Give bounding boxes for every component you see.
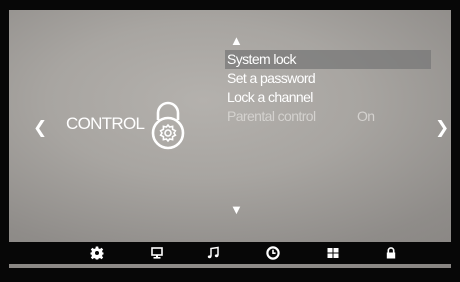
menu-item-label: System lock <box>227 51 296 67</box>
menu-item-lock-channel[interactable]: Lock a channel <box>225 88 431 107</box>
scroll-up-arrow[interactable]: ▲ <box>230 34 243 48</box>
parental-control-value: On <box>357 108 375 124</box>
menu-item-label: Lock a channel <box>227 89 313 105</box>
apps-icon[interactable] <box>326 246 340 260</box>
previous-category-arrow[interactable]: ❮ <box>33 118 47 138</box>
lock-icon[interactable] <box>384 246 398 260</box>
next-category-arrow[interactable]: ❯ <box>435 118 449 138</box>
tv-screen: ❮ ❯ CONTROL ▲ System lock Set a password <box>0 0 460 282</box>
scroll-down-arrow[interactable]: ▼ <box>230 203 243 217</box>
display-icon[interactable] <box>150 246 164 260</box>
music-icon[interactable] <box>206 246 220 260</box>
menu-item-system-lock[interactable]: System lock <box>225 50 431 69</box>
category-title: CONTROL <box>66 114 145 133</box>
lock-gear-icon <box>150 100 186 152</box>
menu-item-label: Set a password <box>227 70 316 86</box>
menu-item-set-password[interactable]: Set a password <box>225 69 431 88</box>
clock-icon[interactable] <box>266 246 280 260</box>
menu-item-parental-control: Parental control On <box>225 107 431 126</box>
menu-item-label: Parental control <box>227 108 316 124</box>
settings-icon[interactable] <box>90 246 104 260</box>
control-menu-list: System lock Set a password Lock a channe… <box>225 50 431 126</box>
category-tab-bar <box>9 242 451 264</box>
control-menu-panel: ❮ ❯ CONTROL ▲ System lock Set a password <box>9 10 451 268</box>
